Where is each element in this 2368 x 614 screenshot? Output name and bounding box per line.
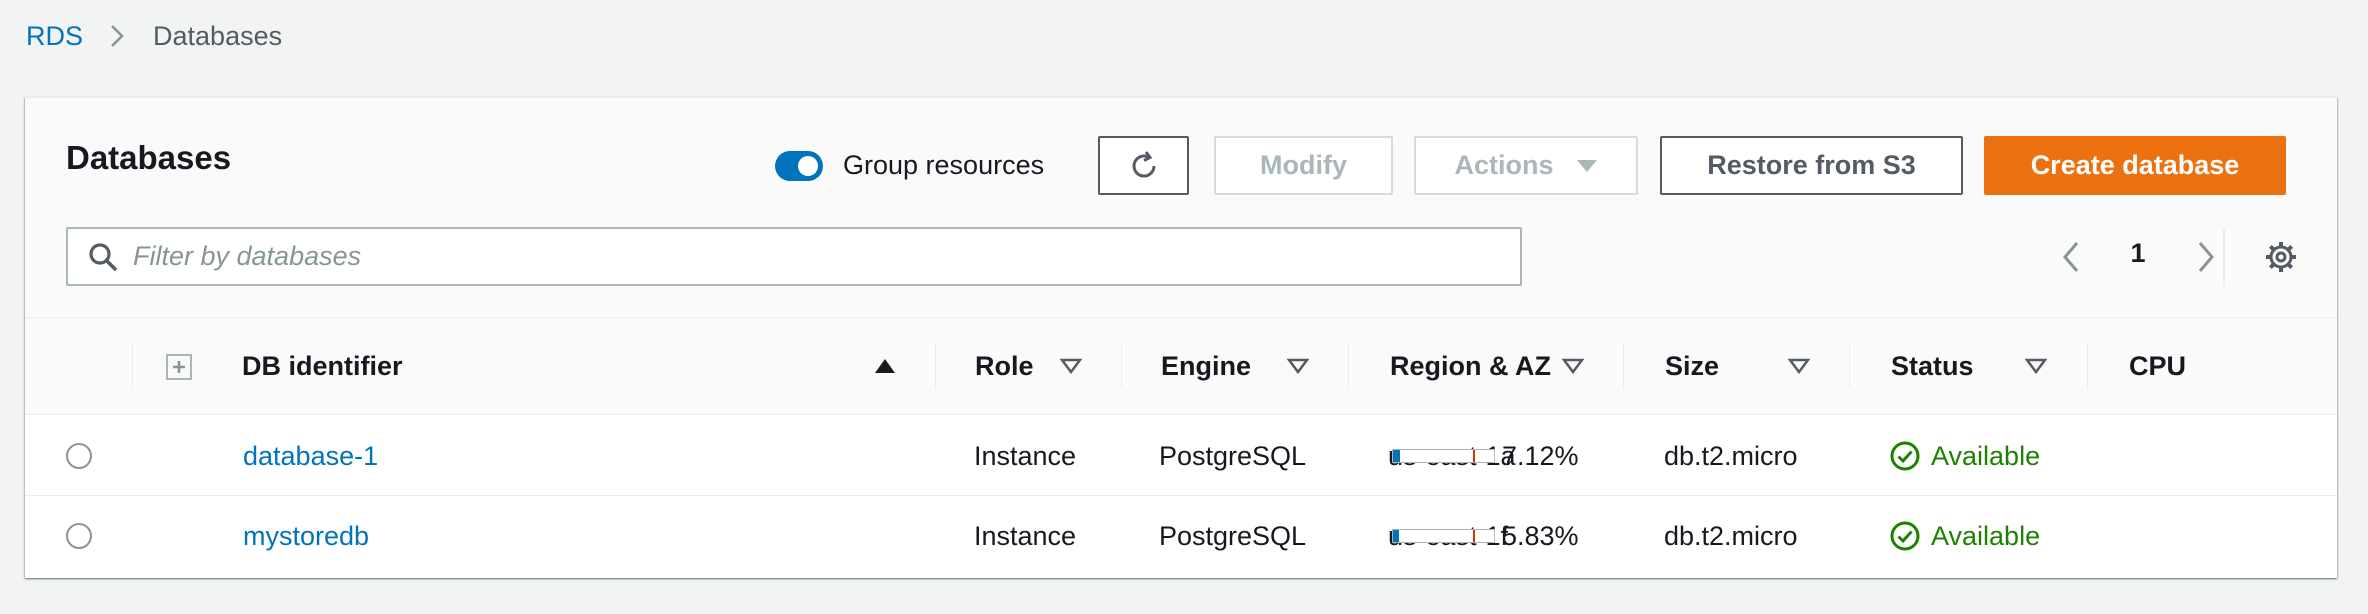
modify-button[interactable]: Modify [1214, 136, 1393, 195]
column-divider [935, 343, 936, 389]
cpu-usage-bar [1392, 529, 1495, 543]
role-cell: Instance [974, 520, 1077, 551]
cpu-usage-bar [1392, 449, 1495, 463]
column-header-region-az[interactable]: Region & AZ [1390, 318, 1551, 415]
column-header-engine[interactable]: Engine [1161, 318, 1251, 415]
group-resources-toggle-wrap: Group resources [775, 150, 1044, 181]
databases-panel: Databases Group resources Modify Actions… [25, 97, 2337, 578]
chevron-right-icon [2196, 240, 2216, 274]
size-cell: db.t2.micro [1664, 520, 1798, 551]
group-resources-label: Group resources [843, 150, 1045, 180]
status-text: Available [1931, 440, 2041, 471]
sort-icon[interactable] [1561, 354, 1585, 378]
check-circle-icon [1889, 520, 1921, 552]
pagination-prev-button[interactable] [2053, 237, 2089, 277]
column-divider [1121, 343, 1122, 389]
panel-header: Databases Group resources Modify Actions… [25, 98, 2337, 318]
breadcrumb-current: Databases [153, 20, 283, 51]
column-divider [1623, 343, 1624, 389]
size-cell: db.t2.micro [1664, 440, 1798, 471]
engine-cell: PostgreSQL [1159, 520, 1307, 551]
engine-cell: PostgreSQL [1159, 440, 1307, 471]
status-cell: Available [1889, 496, 2040, 576]
expand-all-icon[interactable] [166, 354, 192, 380]
sort-icon[interactable] [1286, 354, 1310, 378]
row-select-radio[interactable] [66, 523, 92, 549]
search-icon [87, 241, 119, 273]
pagination-next-button[interactable] [2188, 237, 2224, 277]
row-select-radio[interactable] [66, 443, 92, 469]
table-settings-button[interactable] [2261, 237, 2301, 277]
role-cell: Instance [974, 440, 1077, 471]
sort-ascending-icon[interactable] [873, 354, 897, 378]
group-resources-toggle[interactable] [775, 150, 823, 181]
column-header-status[interactable]: Status [1891, 318, 1974, 415]
status-text: Available [1931, 520, 2041, 551]
actions-label: Actions [1454, 150, 1554, 180]
column-divider [1849, 343, 1850, 389]
column-divider [1348, 343, 1349, 389]
gear-icon [2264, 240, 2298, 274]
db-identifier-link[interactable]: mystoredb [243, 496, 369, 576]
table-row[interactable]: mystoredb Instance PostgreSQL us-east-1f… [25, 496, 2337, 576]
column-divider [2087, 343, 2088, 389]
pagination-divider [2223, 228, 2225, 286]
column-header-size[interactable]: Size [1665, 318, 1719, 415]
chevron-right-icon [109, 23, 125, 49]
actions-dropdown-button[interactable]: Actions [1414, 136, 1638, 195]
cpu-threshold-marker [1473, 450, 1475, 462]
check-circle-icon [1889, 440, 1921, 472]
column-header-db-identifier[interactable]: DB identifier [242, 318, 403, 415]
cpu-threshold-marker [1473, 530, 1475, 542]
cpu-usage-fill [1393, 450, 1401, 462]
sort-icon[interactable] [1787, 354, 1811, 378]
breadcrumb: RDS Databases [26, 18, 282, 54]
column-divider [132, 343, 133, 389]
refresh-button[interactable] [1098, 136, 1189, 195]
create-database-button[interactable]: Create database [1984, 136, 2286, 195]
column-header-role[interactable]: Role [975, 318, 1034, 415]
refresh-icon [1127, 149, 1161, 183]
table-row[interactable]: database-1 Instance PostgreSQL us-east-1… [25, 416, 2337, 496]
table-header: DB identifier Role Engine Region & AZ Si… [25, 318, 2337, 415]
pagination-current-page[interactable]: 1 [2123, 238, 2153, 269]
cpu-usage-fill [1393, 530, 1399, 542]
caret-down-icon [1576, 159, 1598, 173]
breadcrumb-rds-link[interactable]: RDS [26, 21, 83, 52]
panel-title: Databases [66, 139, 232, 176]
db-identifier-link[interactable]: database-1 [243, 416, 378, 496]
restore-from-s3-button[interactable]: Restore from S3 [1660, 136, 1963, 195]
cpu-usage-text: 5.83% [1502, 520, 1579, 551]
column-header-cpu[interactable]: CPU [2129, 318, 2186, 415]
filter-field [66, 227, 1522, 286]
status-cell: Available [1889, 416, 2040, 496]
filter-input[interactable] [133, 241, 1483, 272]
cpu-usage-text: 7.12% [1502, 440, 1579, 471]
sort-icon[interactable] [2024, 354, 2048, 378]
sort-icon[interactable] [1059, 354, 1083, 378]
chevron-left-icon [2061, 240, 2081, 274]
